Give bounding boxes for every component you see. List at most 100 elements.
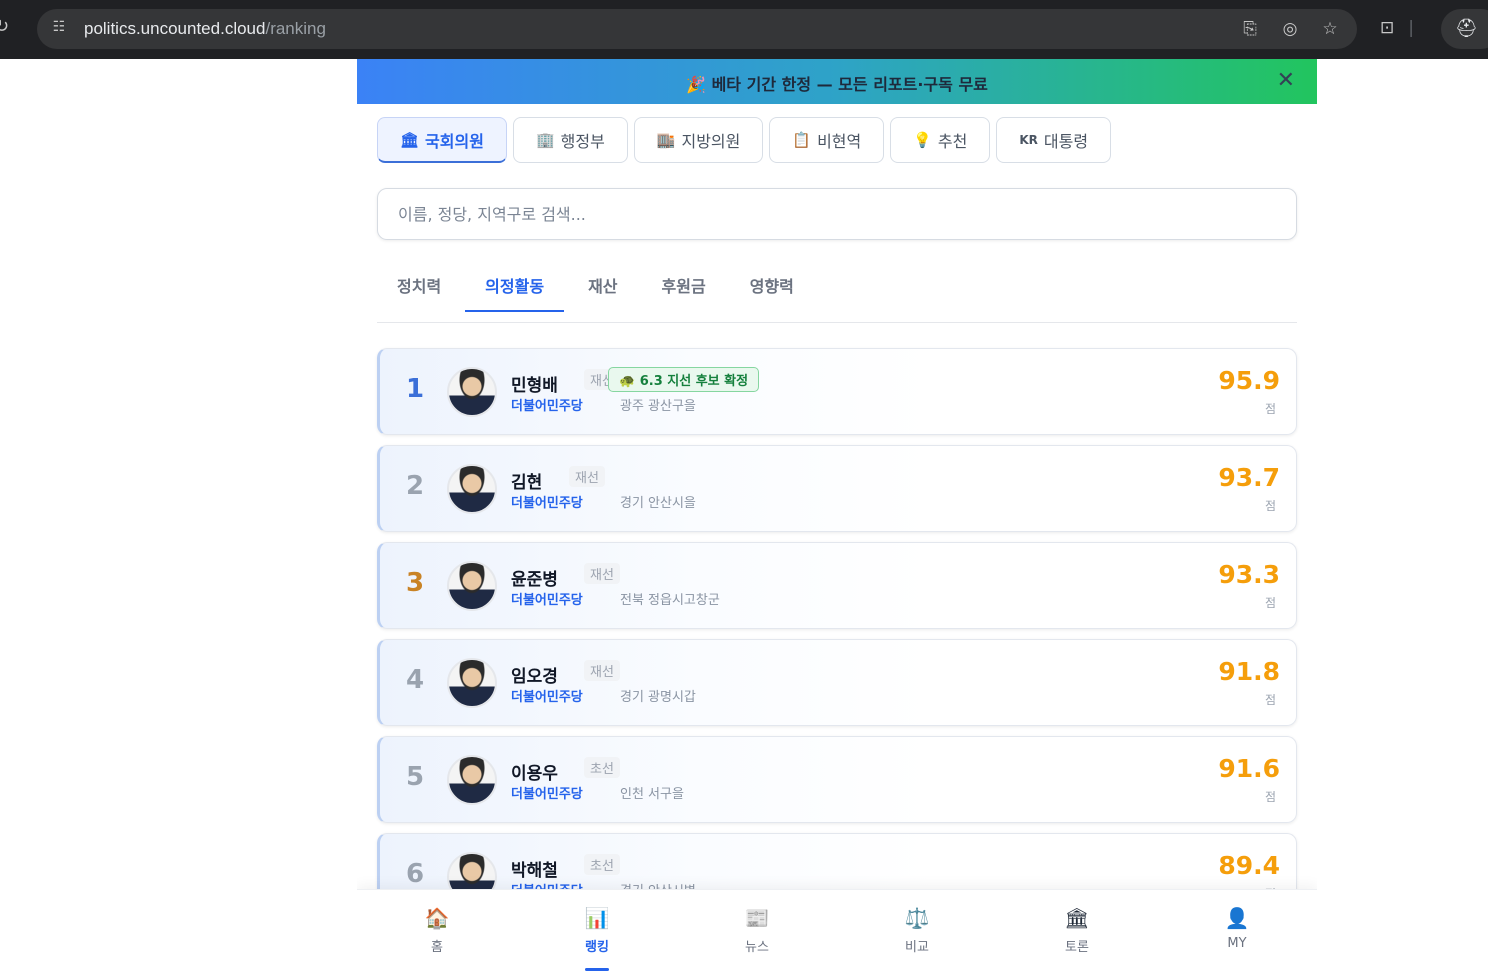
tab-political-power[interactable]: 정치력 <box>377 265 461 312</box>
nav-ranking[interactable]: 📊 랭킹 <box>517 890 677 971</box>
incognito-profile-button[interactable]: ⛑ <box>1441 9 1488 49</box>
browser-toolbar: ↻ ☷ politics.uncounted.cloud/ranking ⎘ ◎… <box>0 0 1488 59</box>
toolbar-divider: | <box>1408 18 1414 38</box>
party-name: 더불어민주당 <box>511 690 583 705</box>
search-input[interactable] <box>378 189 1296 239</box>
tab-local-council[interactable]: 🏬 지방의원 <box>633 117 764 163</box>
avatar <box>447 561 497 611</box>
member-name: 박해철 <box>511 861 558 881</box>
district: 인천 서구을 <box>620 787 684 802</box>
clipboard-icon: 📋 <box>792 131 812 149</box>
ranking-row[interactable]: 4 임오경 재선 더불어민주당 경기 광명시갑 91.8 점 <box>377 639 1297 726</box>
translate-icon[interactable]: ⎘ <box>1239 18 1261 40</box>
rank-number: 6 <box>405 859 425 889</box>
tab-label: 추천 <box>937 132 968 151</box>
nav-label: MY <box>1227 936 1247 951</box>
tab-donations[interactable]: 후원금 <box>642 265 726 312</box>
nav-label: 비교 <box>905 940 929 955</box>
score-unit: 점 <box>1264 596 1276 610</box>
home-icon: 🏠 <box>424 906 450 930</box>
tab-assets[interactable]: 재산 <box>568 265 637 312</box>
district: 광주 광산구을 <box>620 399 696 414</box>
district: 경기 광명시갑 <box>620 690 696 705</box>
ranking-list: 1 민형배 재선 🐢 6.3 지선 후보 확정 더불어민주당 광주 광산구을 9… <box>377 348 1297 930</box>
district: 경기 안산시을 <box>620 496 696 511</box>
ranking-row[interactable]: 5 이용우 초선 더불어민주당 인천 서구을 91.6 점 <box>377 736 1297 823</box>
rank-number: 2 <box>405 471 425 501</box>
tab-president[interactable]: KR 대통령 <box>996 117 1112 163</box>
term-badge: 초선 <box>584 757 620 778</box>
rank-number: 3 <box>405 568 425 598</box>
avatar <box>447 464 497 514</box>
bottom-nav: 🏠 홈 📊 랭킹 📰 뉴스 ⚖️ 비교 🏛 토론 👤 MY <box>357 889 1317 971</box>
url-path: /ranking <box>265 19 326 38</box>
nav-label: 토론 <box>1065 940 1089 955</box>
term-badge: 재선 <box>584 563 620 584</box>
member-name: 김현 <box>511 473 543 493</box>
nav-label: 홈 <box>431 940 443 955</box>
tab-recommend[interactable]: 💡 추천 <box>890 117 991 163</box>
metric-tabs: 정치력 의정활동 재산 후원금 영향력 <box>377 265 1297 323</box>
member-name: 이용우 <box>511 764 558 784</box>
party-name: 더불어민주당 <box>511 593 583 608</box>
scales-icon: ⚖️ <box>904 906 930 930</box>
ranking-row[interactable]: 1 민형배 재선 🐢 6.3 지선 후보 확정 더불어민주당 광주 광산구을 9… <box>377 348 1297 435</box>
score-unit: 점 <box>1264 790 1276 804</box>
tab-national-assembly[interactable]: 🏛 국회의원 <box>377 117 507 163</box>
avatar <box>447 367 497 417</box>
rank-number: 1 <box>405 374 425 404</box>
reload-icon[interactable]: ↻ <box>0 16 16 38</box>
nav-label: 랭킹 <box>585 940 609 955</box>
url-text: politics.uncounted.cloud/ranking <box>84 19 326 39</box>
close-icon[interactable]: ✕ <box>1277 68 1295 93</box>
bookmark-star-icon[interactable]: ☆ <box>1319 18 1341 40</box>
ranking-row[interactable]: 2 김현 재선 더불어민주당 경기 안산시을 93.7 점 <box>377 445 1297 532</box>
address-bar[interactable]: ☷ politics.uncounted.cloud/ranking ⎘ ◎ ☆ <box>37 9 1357 49</box>
term-badge: 재선 <box>569 466 605 487</box>
capitol-icon: 🏛 <box>400 130 420 149</box>
lightbulb-icon: 💡 <box>913 131 932 149</box>
eye-off-icon[interactable]: ◎ <box>1279 18 1301 40</box>
term-badge: 초선 <box>584 854 620 875</box>
tab-label: 지방의원 <box>681 132 741 151</box>
banner-text: 🎉 베타 기간 한정 — 모든 리포트·구독 무료 <box>686 75 988 94</box>
member-name: 임오경 <box>511 667 558 687</box>
site-info-icon[interactable]: ☷ <box>49 19 69 39</box>
score-value: 91.8 <box>1218 657 1280 686</box>
tab-executive[interactable]: 🏢 행정부 <box>512 117 628 163</box>
nav-debate[interactable]: 🏛 토론 <box>997 890 1157 971</box>
kr-flag-icon: KR <box>1019 133 1038 147</box>
office-building-icon: 🏢 <box>535 131 555 149</box>
tab-label: 비현역 <box>817 132 862 151</box>
user-icon: 👤 <box>1224 906 1250 930</box>
newspaper-icon: 📰 <box>744 906 770 930</box>
rank-number: 4 <box>405 665 425 695</box>
incognito-icon: ⛑ <box>1455 18 1478 39</box>
party-name: 더불어민주당 <box>511 496 583 511</box>
score-unit: 점 <box>1264 499 1276 513</box>
capitol-icon: 🏛 <box>1064 906 1090 930</box>
nav-home[interactable]: 🏠 홈 <box>357 890 517 971</box>
tab-legislative-activity[interactable]: 의정활동 <box>465 265 565 312</box>
category-tabs: 🏛 국회의원 🏢 행정부 🏬 지방의원 📋 비현역 💡 추천 KR 대통령 <box>377 117 1112 163</box>
score-value: 91.6 <box>1218 754 1280 783</box>
tab-non-incumbent[interactable]: 📋 비현역 <box>769 117 885 163</box>
district: 전북 정읍시고창군 <box>620 593 720 608</box>
beta-banner: 🎉 베타 기간 한정 — 모든 리포트·구독 무료 ✕ <box>357 59 1317 104</box>
search-box <box>377 188 1297 240</box>
party-name: 더불어민주당 <box>511 787 583 802</box>
member-name: 윤준병 <box>511 570 558 590</box>
score-value: 89.4 <box>1218 851 1280 880</box>
ranking-row[interactable]: 3 윤준병 재선 더불어민주당 전북 정읍시고창군 93.3 점 <box>377 542 1297 629</box>
nav-label: 뉴스 <box>745 940 769 955</box>
tab-influence[interactable]: 영향력 <box>730 265 814 312</box>
nav-news[interactable]: 📰 뉴스 <box>677 890 837 971</box>
member-name: 민형배 <box>511 376 558 396</box>
score-unit: 점 <box>1264 402 1276 416</box>
score-value: 93.3 <box>1218 560 1280 589</box>
lens-search-icon[interactable]: ⊡ <box>1380 18 1394 38</box>
nav-compare[interactable]: ⚖️ 비교 <box>837 890 997 971</box>
nav-my[interactable]: 👤 MY <box>1157 890 1317 971</box>
tab-label: 행정부 <box>560 132 605 151</box>
score-unit: 점 <box>1264 693 1276 707</box>
